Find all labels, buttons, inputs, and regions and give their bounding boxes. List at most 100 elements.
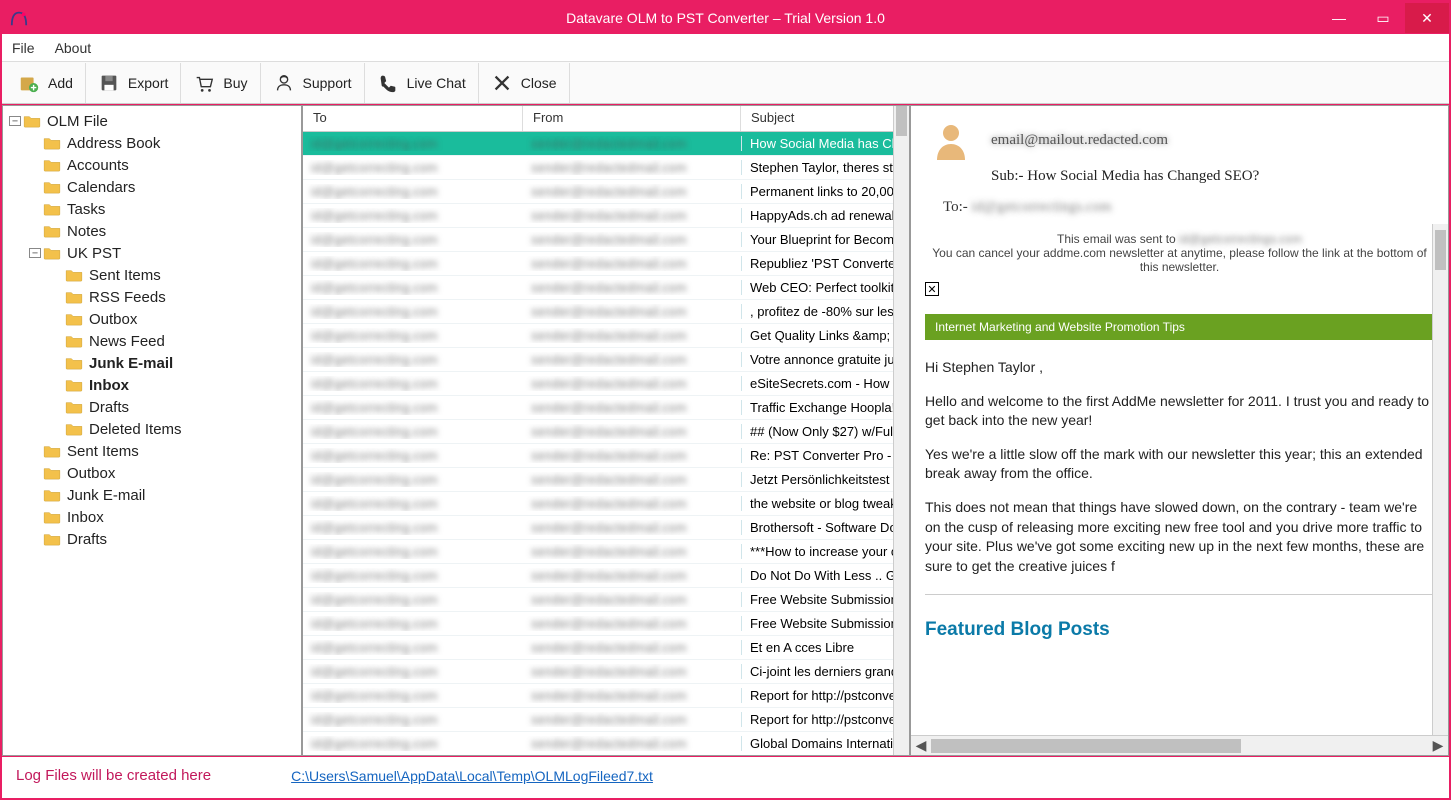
scrollbar-thumb[interactable] [896, 106, 907, 136]
list-row[interactable]: id@getcorrecting.comsender@redactedmail.… [303, 228, 909, 252]
list-row[interactable]: id@getcorrecting.comsender@redactedmail.… [303, 156, 909, 180]
tree-item-drafts[interactable]: Drafts [5, 396, 299, 418]
folder-icon [43, 532, 61, 546]
close-window-button[interactable]: ✕ [1405, 3, 1449, 33]
header-subject[interactable]: Subject [741, 106, 909, 131]
maximize-button[interactable]: ▭ [1361, 3, 1405, 33]
tree-item-accounts[interactable]: Accounts [5, 154, 299, 176]
cell-to: id@getcorrecting.com [303, 448, 523, 463]
menu-file[interactable]: File [12, 40, 35, 56]
tree-item-tasks[interactable]: Tasks [5, 198, 299, 220]
list-row[interactable]: id@getcorrecting.comsender@redactedmail.… [303, 372, 909, 396]
list-row[interactable]: id@getcorrecting.comsender@redactedmail.… [303, 564, 909, 588]
folder-icon [65, 334, 83, 348]
scroll-left-icon[interactable]: ◀ [911, 737, 931, 754]
tree-item-drafts[interactable]: Drafts [5, 528, 299, 550]
cell-to: id@getcorrecting.com [303, 424, 523, 439]
buy-button[interactable]: Buy [181, 63, 260, 103]
list-row[interactable]: id@getcorrecting.comsender@redactedmail.… [303, 660, 909, 684]
tree-item-junk-e-mail[interactable]: Junk E-mail [5, 352, 299, 374]
menu-about[interactable]: About [55, 40, 92, 56]
list-row[interactable]: id@getcorrecting.comsender@redactedmail.… [303, 396, 909, 420]
livechat-button[interactable]: Live Chat [365, 63, 479, 103]
preview-text: Hi Stephen Taylor , Hello and welcome to… [925, 358, 1434, 644]
preview-body[interactable]: This email was sent to id@getcorrectings… [911, 224, 1448, 735]
tree-item-inbox[interactable]: Inbox [5, 374, 299, 396]
avatar-icon [929, 118, 973, 162]
tree-item-outbox[interactable]: Outbox [5, 308, 299, 330]
list-row[interactable]: id@getcorrecting.comsender@redactedmail.… [303, 444, 909, 468]
folder-icon [43, 180, 61, 194]
cell-from: sender@redactedmail.com [523, 280, 741, 295]
scroll-right-icon[interactable]: ▶ [1428, 737, 1448, 754]
cell-from: sender@redactedmail.com [523, 136, 741, 151]
list-row[interactable]: id@getcorrecting.comsender@redactedmail.… [303, 204, 909, 228]
cell-from: sender@redactedmail.com [523, 616, 741, 631]
list-row[interactable]: id@getcorrecting.comsender@redactedmail.… [303, 612, 909, 636]
tree-item-uk-pst[interactable]: −UK PST [5, 242, 299, 264]
expander-icon[interactable]: − [9, 116, 21, 126]
list-row[interactable]: id@getcorrecting.comsender@redactedmail.… [303, 708, 909, 732]
tree-item-junk-e-mail[interactable]: Junk E-mail [5, 484, 299, 506]
tree-item-rss-feeds[interactable]: RSS Feeds [5, 286, 299, 308]
list-row[interactable]: id@getcorrecting.comsender@redactedmail.… [303, 540, 909, 564]
list-body[interactable]: id@getcorrecting.com sender@redactedmail.… [303, 132, 909, 755]
notice-email: id@getcorrectings.com [1179, 232, 1302, 246]
list-row[interactable]: id@getcorrecting.comsender@redactedmail.… [303, 276, 909, 300]
support-button[interactable]: Support [261, 63, 365, 103]
cell-subject: Do Not Do With Less .. Ge [741, 568, 909, 583]
titlebar: Datavare OLM to PST Converter – Trial Ve… [2, 2, 1449, 34]
tree-item-inbox[interactable]: Inbox [5, 506, 299, 528]
header-to[interactable]: To [303, 106, 523, 131]
list-row[interactable]: id@getcorrecting.comsender@redactedmail.… [303, 324, 909, 348]
list-row[interactable]: id@getcorrecting.comsender@redactedmail.… [303, 180, 909, 204]
tree-item-olm-file[interactable]: −OLM File [5, 110, 299, 132]
tree-item-deleted-items[interactable]: Deleted Items [5, 418, 299, 440]
export-button[interactable]: Export [86, 63, 181, 103]
list-row[interactable]: id@getcorrecting.comsender@redactedmail.… [303, 492, 909, 516]
expander-icon[interactable]: − [29, 248, 41, 258]
list-row[interactable]: id@getcorrecting.comsender@redactedmail.… [303, 684, 909, 708]
export-icon [98, 72, 120, 94]
preview-subject: Sub:- How Social Media has Changed SEO? [991, 168, 1430, 185]
folder-tree[interactable]: −OLM FileAddress BookAccountsCalendars Ta… [2, 105, 302, 756]
header-from[interactable]: From [523, 106, 741, 131]
minimize-button[interactable]: — [1317, 3, 1361, 33]
scrollbar-thumb[interactable] [931, 739, 1241, 753]
cell-from: sender@redactedmail.com [523, 328, 741, 343]
folder-icon [65, 268, 83, 282]
add-button[interactable]: Add [6, 63, 86, 103]
list-row[interactable]: id@getcorrecting.comsender@redactedmail.… [303, 588, 909, 612]
tree-item-sent-items[interactable]: Sent Items [5, 264, 299, 286]
preview-notice: This email was sent to id@getcorrectings… [925, 232, 1434, 274]
tree-item-outbox[interactable]: Outbox [5, 462, 299, 484]
log-path-link[interactable]: C:\Users\Samuel\AppData\Local\Temp\OLMLo… [291, 768, 653, 784]
add-icon [18, 72, 40, 94]
folder-icon [43, 466, 61, 480]
list-row[interactable]: id@getcorrecting.comsender@redactedmail.… [303, 132, 909, 156]
tree-label: Drafts [89, 399, 129, 416]
preview-to-label: To:- [943, 199, 968, 215]
tree-item-news-feed[interactable]: News Feed [5, 330, 299, 352]
list-row[interactable]: id@getcorrecting.comsender@redactedmail.… [303, 420, 909, 444]
list-row[interactable]: id@getcorrecting.comsender@redactedmail.… [303, 300, 909, 324]
list-row[interactable]: id@getcorrecting.comsender@redactedmail.… [303, 732, 909, 755]
cell-to: id@getcorrecting.com [303, 496, 523, 511]
tree-item-sent-items[interactable]: Sent Items [5, 440, 299, 462]
preview-hscrollbar[interactable]: ◀ ▶ [911, 735, 1448, 755]
close-button[interactable]: Close [479, 63, 570, 103]
list-row[interactable]: id@getcorrecting.comsender@redactedmail.… [303, 516, 909, 540]
tree-item-notes[interactable]: Notes [5, 220, 299, 242]
tree-label: Tasks [67, 201, 105, 218]
list-row[interactable]: id@getcorrecting.comsender@redactedmail.… [303, 252, 909, 276]
list-row[interactable]: id@getcorrecting.comsender@redactedmail.… [303, 468, 909, 492]
list-scrollbar[interactable] [893, 106, 909, 755]
cell-to: id@getcorrecting.com [303, 376, 523, 391]
tree-item-address-book[interactable]: Address Book [5, 132, 299, 154]
list-row[interactable]: id@getcorrecting.comsender@redactedmail.… [303, 636, 909, 660]
list-row[interactable]: id@getcorrecting.comsender@redactedmail.… [303, 348, 909, 372]
tree-label: Junk E-mail [89, 355, 173, 372]
tree-item-calendars[interactable]: Calendars [5, 176, 299, 198]
scrollbar-thumb[interactable] [1435, 230, 1446, 270]
preview-vscrollbar[interactable] [1432, 224, 1448, 735]
